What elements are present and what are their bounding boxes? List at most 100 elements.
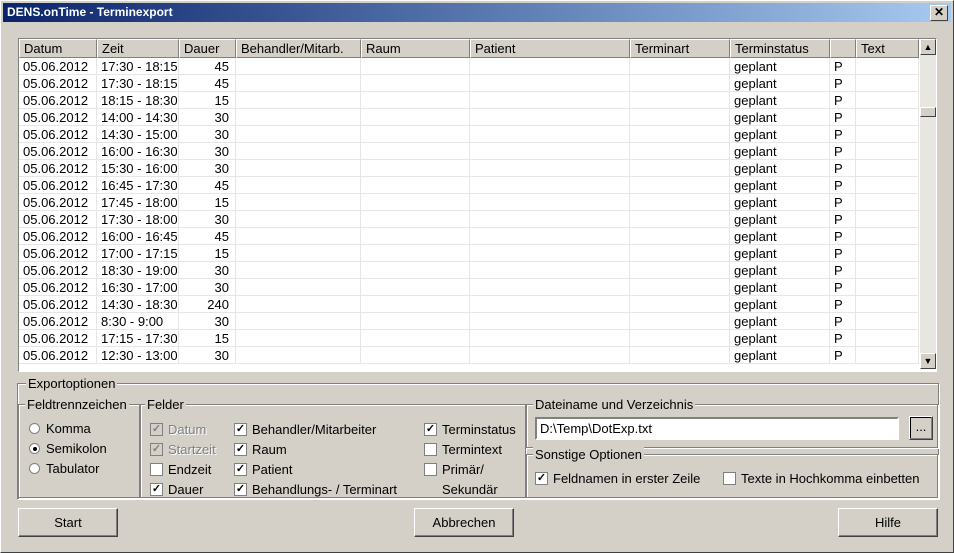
- table-cell: [470, 245, 630, 262]
- table-cell: [856, 262, 919, 279]
- table-row[interactable]: 05.06.2012 17:00 - 17:15 15 geplant P: [19, 245, 919, 262]
- table-cell: [630, 279, 730, 296]
- column-header[interactable]: Datum: [19, 39, 97, 58]
- table-cell: 05.06.2012: [19, 330, 97, 347]
- table-row[interactable]: 05.06.2012 14:00 - 14:30 30 geplant P: [19, 109, 919, 126]
- table-row[interactable]: 05.06.2012 18:15 - 18:30 15 geplant P: [19, 92, 919, 109]
- table-row[interactable]: 05.06.2012 17:15 - 17:30 15 geplant P: [19, 330, 919, 347]
- table-cell: [630, 160, 730, 177]
- table-cell: [856, 313, 919, 330]
- start-button[interactable]: Start: [18, 508, 118, 537]
- table-row[interactable]: 05.06.2012 17:30 - 18:00 30 geplant P: [19, 211, 919, 228]
- check-icon[interactable]: [424, 463, 437, 476]
- table-cell: 15: [179, 245, 236, 262]
- radio-icon[interactable]: [29, 423, 40, 434]
- table-cell: P: [830, 313, 856, 330]
- check-icon[interactable]: [150, 463, 163, 476]
- close-icon[interactable]: ✕: [930, 5, 948, 21]
- table-cell: P: [830, 160, 856, 177]
- table-row[interactable]: 05.06.2012 17:45 - 18:00 15 geplant P: [19, 194, 919, 211]
- table-row[interactable]: 05.06.2012 16:30 - 17:00 30 geplant P: [19, 279, 919, 296]
- quote-check-icon[interactable]: [723, 472, 736, 485]
- cancel-button[interactable]: Abbrechen: [414, 508, 514, 537]
- table-row[interactable]: 05.06.2012 16:00 - 16:30 30 geplant P: [19, 143, 919, 160]
- table-cell: geplant: [730, 109, 830, 126]
- column-header[interactable]: Terminstatus: [730, 39, 830, 58]
- check-icon[interactable]: [424, 443, 437, 456]
- table-cell: 17:30 - 18:15: [97, 75, 179, 92]
- table-cell: [236, 194, 361, 211]
- table-cell: 8:30 - 9:00: [97, 313, 179, 330]
- table-cell: P: [830, 228, 856, 245]
- table-row[interactable]: 05.06.2012 17:30 - 18:15 45 geplant P: [19, 58, 919, 75]
- scroll-down-icon[interactable]: ▼: [920, 353, 936, 369]
- table-cell: [470, 177, 630, 194]
- table-cell: 30: [179, 262, 236, 279]
- appointments-grid[interactable]: Datum Zeit Dauer Behandler/Mitarb. Raum Patie…: [18, 38, 937, 372]
- column-header[interactable]: Dauer: [179, 39, 236, 58]
- table-row[interactable]: 05.06.2012 15:30 - 16:00 30 geplant P: [19, 160, 919, 177]
- table-cell: [361, 194, 470, 211]
- table-cell: 15: [179, 194, 236, 211]
- field-label: Patient: [252, 462, 293, 477]
- column-header[interactable]: Behandler/Mitarb.: [236, 39, 361, 58]
- table-cell: 15: [179, 330, 236, 347]
- check-icon[interactable]: ✓: [234, 423, 247, 436]
- table-cell: [470, 262, 630, 279]
- column-header[interactable]: Zeit: [97, 39, 179, 58]
- check-icon[interactable]: ✓: [234, 483, 247, 496]
- table-cell: [470, 160, 630, 177]
- table-cell: [361, 92, 470, 109]
- table-cell: [856, 143, 919, 160]
- table-cell: [630, 194, 730, 211]
- check-icon[interactable]: ✓: [150, 483, 163, 496]
- export-options-title: Exportoptionen: [26, 376, 118, 391]
- table-row[interactable]: 05.06.2012 17:30 - 18:15 45 geplant P: [19, 75, 919, 92]
- scroll-up-icon[interactable]: ▲: [920, 39, 936, 55]
- file-group: Dateiname und Verzeichnis D:\Temp\DotExp…: [526, 397, 938, 448]
- vertical-scrollbar[interactable]: ▲ ▼: [920, 39, 936, 369]
- browse-button[interactable]: ...: [909, 416, 933, 440]
- radio-icon[interactable]: [29, 443, 40, 454]
- table-row[interactable]: 05.06.2012 16:45 - 17:30 45 geplant P: [19, 177, 919, 194]
- table-row[interactable]: 05.06.2012 8:30 - 9:00 30 geplant P: [19, 313, 919, 330]
- table-cell: 05.06.2012: [19, 75, 97, 92]
- scroll-thumb[interactable]: [920, 107, 936, 117]
- window-title: DENS.onTime - Terminexport: [7, 5, 173, 19]
- table-cell: P: [830, 143, 856, 160]
- check-icon[interactable]: ✓: [234, 463, 247, 476]
- header-row-check-icon[interactable]: ✓: [535, 472, 548, 485]
- table-cell: geplant: [730, 313, 830, 330]
- table-cell: [236, 228, 361, 245]
- table-cell: [236, 177, 361, 194]
- table-row[interactable]: 05.06.2012 14:30 - 18:30 240 geplant P: [19, 296, 919, 313]
- filename-input[interactable]: D:\Temp\DotExp.txt: [535, 417, 899, 440]
- table-cell: [630, 75, 730, 92]
- title-bar[interactable]: DENS.onTime - Terminexport ✕: [3, 3, 951, 22]
- column-header[interactable]: Raum: [361, 39, 470, 58]
- other-options-group: Sonstige Optionen ✓ Feldnamen in erster …: [526, 447, 938, 498]
- help-button[interactable]: Hilfe: [838, 508, 938, 537]
- table-cell: 05.06.2012: [19, 92, 97, 109]
- table-row[interactable]: 05.06.2012 16:00 - 16:45 45 geplant P: [19, 228, 919, 245]
- field-label: Behandler/Mitarbeiter: [252, 422, 377, 437]
- table-cell: [470, 296, 630, 313]
- table-cell: 240: [179, 296, 236, 313]
- radio-icon[interactable]: [29, 463, 40, 474]
- check-icon[interactable]: ✓: [424, 423, 437, 436]
- column-header[interactable]: Terminart: [630, 39, 730, 58]
- table-cell: 05.06.2012: [19, 58, 97, 75]
- table-row[interactable]: 05.06.2012 14:30 - 15:00 30 geplant P: [19, 126, 919, 143]
- table-cell: 30: [179, 160, 236, 177]
- check-icon[interactable]: ✓: [234, 443, 247, 456]
- table-cell: 45: [179, 58, 236, 75]
- quote-label: Texte in Hochkomma einbetten: [741, 471, 920, 486]
- column-header[interactable]: [830, 39, 856, 58]
- table-cell: [856, 211, 919, 228]
- field-label: Termintext: [442, 442, 502, 457]
- table-cell: [856, 296, 919, 313]
- table-row[interactable]: 05.06.2012 18:30 - 19:00 30 geplant P: [19, 262, 919, 279]
- column-header[interactable]: Patient: [470, 39, 630, 58]
- table-row[interactable]: 05.06.2012 12:30 - 13:00 30 geplant P: [19, 347, 919, 364]
- column-header[interactable]: Text: [856, 39, 919, 58]
